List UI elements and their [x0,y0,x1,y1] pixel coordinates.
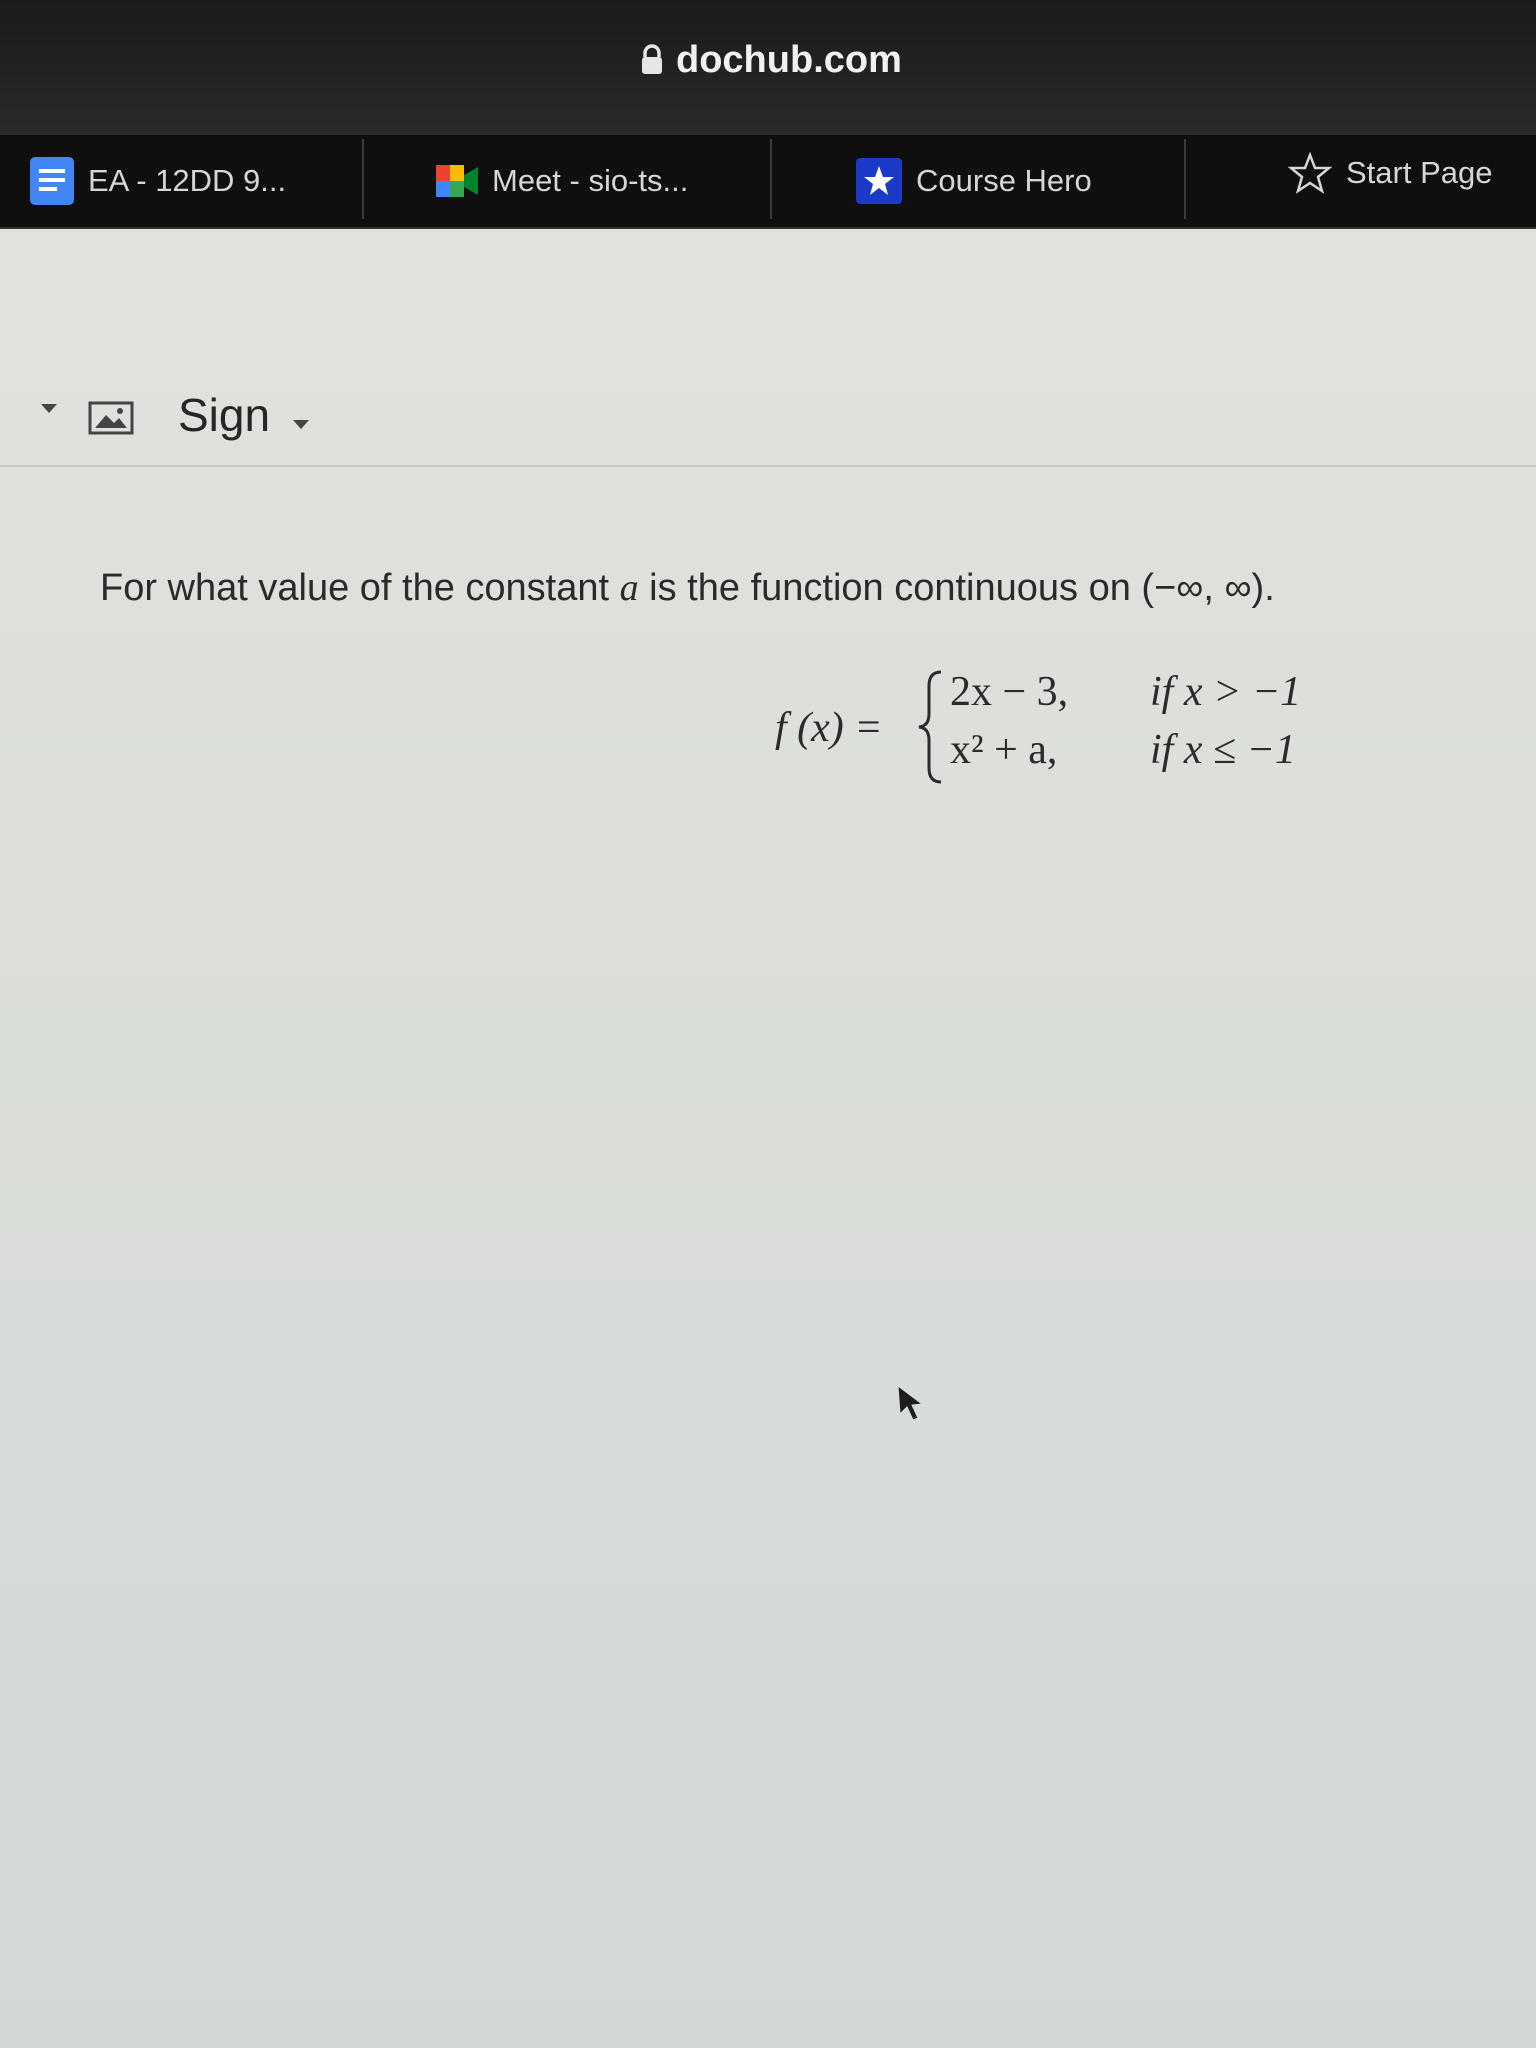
star-outline-icon [1288,152,1332,194]
bookmark-label: EA - 12DD 9... [88,163,287,198]
image-icon[interactable] [88,401,134,440]
bookmark-start-page[interactable]: Start Page [1288,127,1492,219]
url-text: dochub.com [676,38,902,81]
chevron-down-icon [290,388,312,442]
piecewise-function: f (x) = 2x − 3, if x > −1 x² + a, if x ≤ −… [775,668,1355,788]
piece-expression: 2x − 3, [950,669,1069,715]
bookmark-divider [1184,139,1186,219]
bookmark-label: Course Hero [916,163,1092,198]
star-filled-icon [856,158,902,204]
bookmark-course-hero[interactable]: Course Hero [856,135,1092,227]
doc-toolbar: Sign [0,365,1536,467]
sign-label: Sign [178,389,271,441]
docs-icon [30,157,74,205]
function-piece: 2x − 3, if x > −1 [950,668,1301,716]
question-suffix: is the function continuous on (−∞, ∞). [638,567,1275,609]
meet-icon [436,165,478,197]
function-lhs: f (x) = [775,705,883,751]
question-prefix: For what value of the constant [100,567,620,609]
piece-condition: if x > −1 [1150,669,1302,715]
piece-expression: x² + a, [950,727,1058,773]
bookmark-ea-12dd[interactable]: EA - 12DD 9... [30,135,286,227]
mouse-cursor-icon [896,1384,926,1429]
url-field[interactable]: dochub.com [640,34,902,86]
left-brace-icon [915,668,945,797]
bookmark-label: Start Page [1346,155,1493,190]
piece-condition: if x ≤ −1 [1150,727,1296,773]
address-bar: dochub.com [0,0,1536,135]
bookmark-divider [770,139,772,219]
screen: dochub.com EA - 12DD 9... Meet - sio-ts.… [0,0,1536,2048]
function-piece: x² + a, if x ≤ −1 [950,726,1296,774]
question-text: For what value of the constant a is the … [100,566,1520,610]
question-variable: a [619,567,639,609]
bookmarks-bar: EA - 12DD 9... Meet - sio-ts... Course H… [0,135,1536,229]
bookmark-meet[interactable]: Meet - sio-ts... [436,135,688,227]
bookmark-label: Meet - sio-ts... [492,163,689,198]
bookmark-divider [362,139,364,219]
dropdown-arrow-icon[interactable] [38,401,60,420]
sign-button[interactable]: Sign [178,387,312,443]
lock-icon [640,44,664,76]
